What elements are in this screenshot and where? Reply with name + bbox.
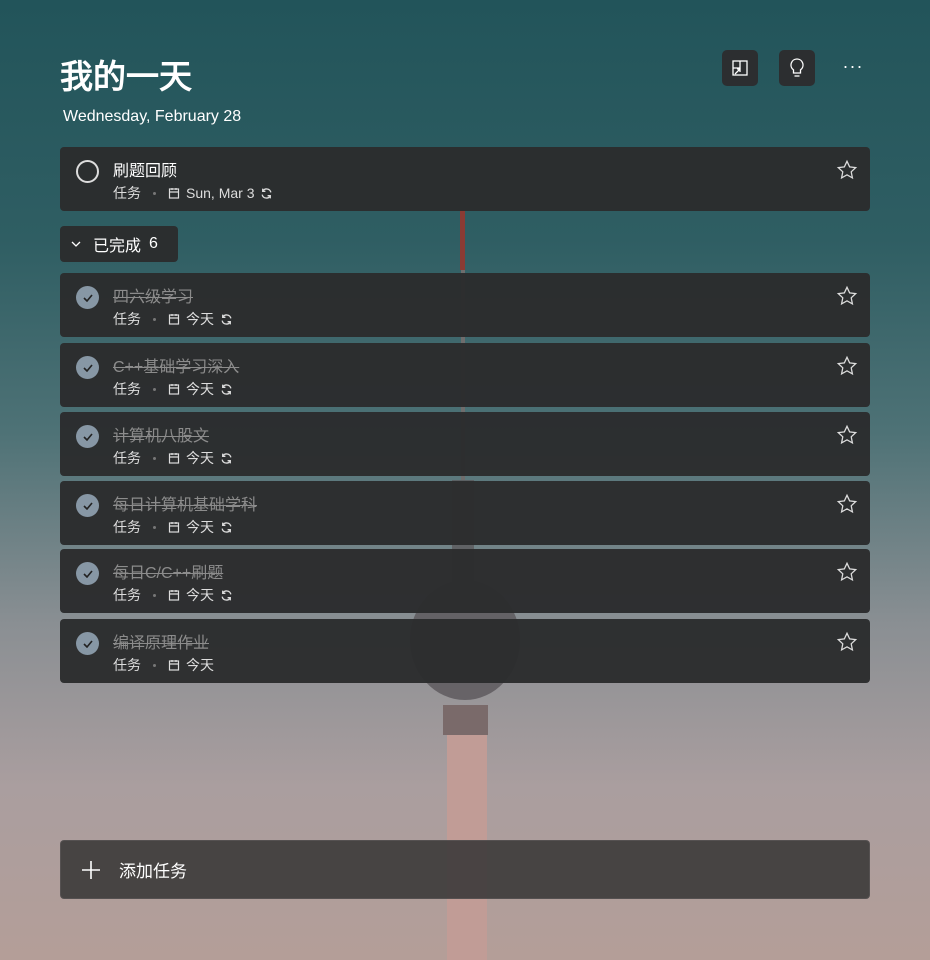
calendar-icon bbox=[168, 188, 180, 199]
star-icon[interactable] bbox=[836, 285, 858, 307]
task-due-date: 今天 bbox=[186, 587, 214, 603]
task-due-date: Sun, Mar 3 bbox=[186, 185, 255, 201]
completed-group-toggle[interactable]: 已完成 6 bbox=[60, 226, 178, 262]
task-due-date: 今天 bbox=[186, 657, 214, 673]
completed-checkbox[interactable] bbox=[76, 632, 99, 655]
task-meta: 任务 今天 bbox=[113, 585, 233, 605]
add-task-input[interactable]: 添加任务 bbox=[60, 840, 870, 899]
task-meta: 任务 今天 bbox=[113, 379, 233, 399]
completed-task-item[interactable]: 每日C/C++刷题 任务 今天 bbox=[60, 549, 870, 613]
completed-task-item[interactable]: 四六级学习 任务 今天 bbox=[60, 273, 870, 337]
checkmark-icon bbox=[82, 501, 93, 510]
calendar-icon bbox=[168, 384, 180, 395]
background-button[interactable] bbox=[722, 50, 758, 86]
star-icon[interactable] bbox=[836, 159, 858, 181]
completed-task-item[interactable]: 编译原理作业 任务 今天 bbox=[60, 619, 870, 683]
task-due-date: 今天 bbox=[186, 450, 214, 466]
task-meta: 任务 今天 bbox=[113, 309, 233, 329]
completed-checkbox[interactable] bbox=[76, 286, 99, 309]
more-options-button[interactable]: ··· bbox=[836, 56, 870, 82]
star-icon[interactable] bbox=[836, 493, 858, 515]
task-due-date: 今天 bbox=[186, 311, 214, 327]
repeat-icon bbox=[221, 313, 232, 325]
background-icon bbox=[732, 60, 748, 76]
calendar-icon bbox=[168, 314, 180, 325]
page-date: Wednesday, February 28 bbox=[63, 108, 242, 125]
repeat-icon bbox=[221, 383, 232, 395]
task-title: 每日计算机基础学科 bbox=[113, 497, 258, 514]
more-icon: ··· bbox=[842, 56, 864, 76]
checkmark-icon bbox=[82, 363, 93, 372]
repeat-icon bbox=[221, 521, 232, 533]
plus-icon bbox=[82, 860, 100, 879]
completed-checkbox[interactable] bbox=[76, 494, 99, 517]
task-list-name: 任务 bbox=[113, 657, 141, 673]
task-title: 计算机八股文 bbox=[113, 428, 210, 445]
task-list-name: 任务 bbox=[113, 587, 141, 603]
calendar-icon bbox=[168, 522, 180, 533]
add-task-placeholder: 添加任务 bbox=[119, 862, 187, 881]
task-meta: 任务 今天 bbox=[113, 655, 214, 675]
task-item[interactable]: 刷题回顾 任务 Sun, Mar 3 bbox=[60, 147, 870, 211]
task-meta: 任务 今天 bbox=[113, 448, 233, 468]
completed-task-item[interactable]: 每日计算机基础学科 任务 今天 bbox=[60, 481, 870, 545]
star-icon[interactable] bbox=[836, 561, 858, 583]
task-list-name: 任务 bbox=[113, 381, 141, 397]
task-list-name: 任务 bbox=[113, 311, 141, 327]
task-title: 每日C/C++刷题 bbox=[113, 565, 224, 582]
task-due-date: 今天 bbox=[186, 381, 214, 397]
background-tower-image bbox=[410, 210, 520, 960]
task-due-date: 今天 bbox=[186, 519, 214, 535]
task-title: 四六级学习 bbox=[113, 289, 194, 306]
repeat-icon bbox=[221, 452, 232, 464]
star-icon[interactable] bbox=[836, 631, 858, 653]
task-meta: 任务 Sun, Mar 3 bbox=[113, 183, 273, 203]
task-meta: 任务 今天 bbox=[113, 517, 233, 537]
checkmark-icon bbox=[82, 432, 93, 441]
task-list-name: 任务 bbox=[113, 519, 141, 535]
repeat-icon bbox=[221, 589, 232, 601]
completed-task-item[interactable]: C++基础学习深入 任务 今天 bbox=[60, 343, 870, 407]
task-title: C++基础学习深入 bbox=[113, 359, 240, 376]
page-header: 我的一天 Wednesday, February 28 bbox=[60, 50, 241, 126]
calendar-icon bbox=[168, 590, 180, 601]
task-title: 刷题回顾 bbox=[113, 163, 178, 180]
calendar-icon bbox=[168, 453, 180, 464]
completed-task-item[interactable]: 计算机八股文 任务 今天 bbox=[60, 412, 870, 476]
chevron-down-icon bbox=[71, 241, 81, 247]
checkmark-icon bbox=[82, 639, 93, 648]
suggestions-button[interactable] bbox=[779, 50, 815, 86]
completed-checkbox[interactable] bbox=[76, 425, 99, 448]
task-list-name: 任务 bbox=[113, 185, 141, 201]
completed-label: 已完成 bbox=[93, 238, 142, 255]
task-title: 编译原理作业 bbox=[113, 635, 210, 652]
page-title: 我的一天 bbox=[60, 58, 192, 95]
suggestions-bulb-icon bbox=[790, 58, 804, 77]
completed-count: 6 bbox=[149, 235, 158, 252]
complete-checkbox[interactable] bbox=[76, 160, 99, 183]
calendar-icon bbox=[168, 660, 180, 671]
repeat-icon bbox=[262, 187, 272, 199]
completed-checkbox[interactable] bbox=[76, 562, 99, 585]
star-icon[interactable] bbox=[836, 424, 858, 446]
star-icon[interactable] bbox=[836, 355, 858, 377]
checkmark-icon bbox=[82, 569, 93, 578]
task-list-name: 任务 bbox=[113, 450, 141, 466]
checkmark-icon bbox=[82, 293, 93, 302]
completed-checkbox[interactable] bbox=[76, 356, 99, 379]
